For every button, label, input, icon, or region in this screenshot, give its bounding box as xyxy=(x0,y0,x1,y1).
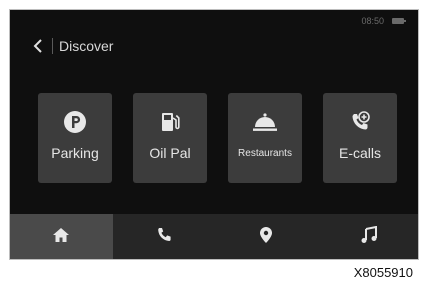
nav-music[interactable] xyxy=(318,214,419,259)
phone-icon xyxy=(156,227,172,248)
discover-tiles: Parking Oil Pal Restaurants E-calls xyxy=(38,93,397,183)
tile-label: E-calls xyxy=(338,145,381,161)
tile-oil-pal[interactable]: Oil Pal xyxy=(133,93,207,183)
clock: 08:50 xyxy=(361,16,384,26)
bottom-nav-bar xyxy=(10,214,419,259)
home-icon xyxy=(52,227,70,248)
tile-e-calls[interactable]: E-calls xyxy=(323,93,397,183)
nav-home[interactable] xyxy=(10,214,113,259)
tile-restaurants[interactable]: Restaurants xyxy=(228,93,302,183)
infotainment-screen: 08:50 Discover Parking Oil Pal Restauran… xyxy=(9,9,419,260)
header-divider xyxy=(52,38,53,54)
nav-navigation[interactable] xyxy=(215,214,318,259)
status-bar: 08:50 xyxy=(361,16,406,26)
header: Discover xyxy=(28,36,113,56)
emergency-call-icon xyxy=(348,110,372,134)
battery-icon xyxy=(392,18,406,24)
tile-label: Oil Pal xyxy=(149,145,191,161)
page-title: Discover xyxy=(59,38,114,54)
parking-icon xyxy=(63,110,87,134)
page: 08:50 Discover Parking Oil Pal Restauran… xyxy=(0,0,425,285)
back-icon[interactable] xyxy=(28,36,48,56)
tile-label: Restaurants xyxy=(238,148,292,159)
figure-code: X8055910 xyxy=(353,265,413,280)
fuel-pump-icon xyxy=(158,110,182,134)
music-icon xyxy=(361,225,377,249)
tile-parking[interactable]: Parking xyxy=(38,93,112,183)
nav-phone[interactable] xyxy=(113,214,216,259)
navigation-icon xyxy=(259,226,273,249)
tile-label: Parking xyxy=(51,145,99,161)
cloche-icon xyxy=(252,110,278,134)
